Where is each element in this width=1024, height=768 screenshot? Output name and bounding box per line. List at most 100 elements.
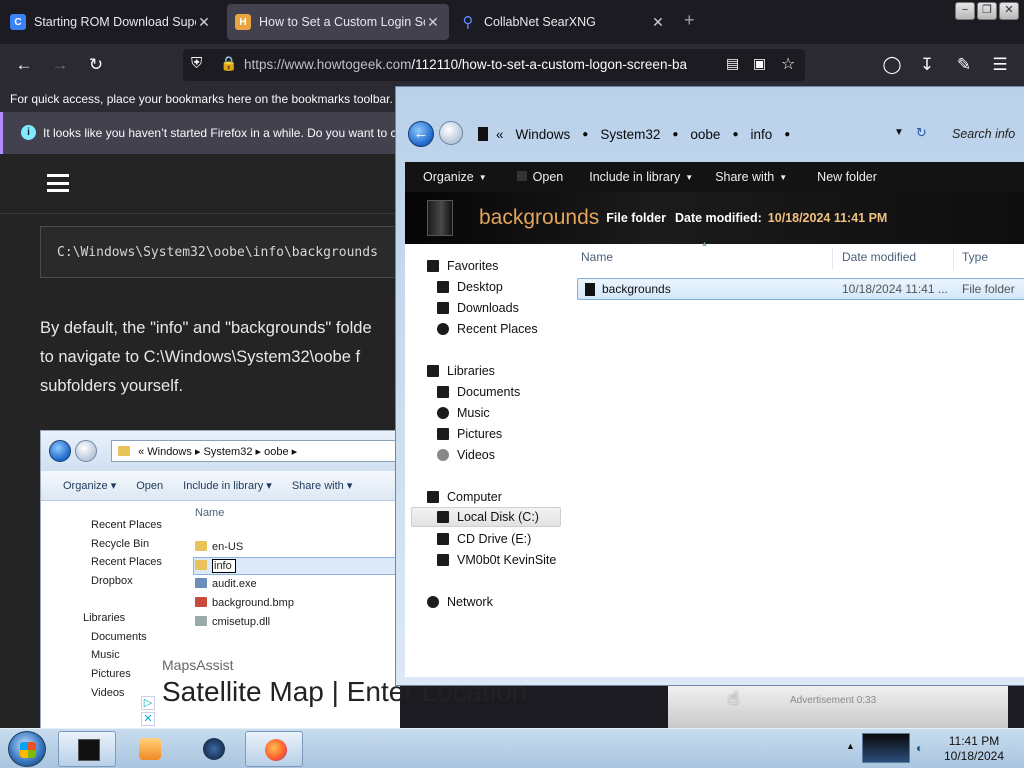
crumb-system32[interactable]: System32 (600, 127, 660, 142)
tray-expand-icon[interactable]: ▲ (846, 741, 855, 751)
column-type[interactable]: Type (962, 250, 988, 270)
file-name: backgrounds (602, 282, 671, 296)
include-library-button[interactable]: Include in library ▼ (563, 170, 693, 184)
nav-downloads[interactable]: Downloads (437, 298, 519, 318)
back-button[interactable]: ← (408, 121, 434, 147)
nav-recent-places[interactable]: Recent Places (437, 319, 538, 339)
ad-label: MapsAssist (162, 657, 234, 673)
ad-choices-icon[interactable]: ▷ (141, 696, 155, 710)
cursor-hand-icon: ☝ (728, 688, 739, 708)
hamburger-menu-icon[interactable] (47, 174, 69, 192)
library-icon (427, 365, 439, 377)
clock-date: 10/18/2024 (943, 749, 1005, 763)
refresh-icon[interactable]: ↻ (916, 125, 927, 141)
menu-icon[interactable]: ☰ (988, 53, 1012, 77)
tab-searxng[interactable]: ⚲ CollabNet SearXNG ✕ (452, 4, 674, 40)
nav-desktop[interactable]: Desktop (437, 277, 503, 297)
taskbar-firefox[interactable] (245, 731, 303, 767)
nav-computer[interactable]: Computer (427, 487, 502, 507)
new-tab-button[interactable]: + (684, 10, 695, 31)
ad-close-icon[interactable]: ✕ (141, 712, 155, 726)
advertisement[interactable]: MapsAssist Satellite Map | Enter Locatio… (140, 640, 527, 728)
window-controls: − ❐ ✕ (955, 2, 1019, 20)
date-value: 10/18/2024 11:41 PM (767, 211, 888, 225)
explorer-breadcrumb[interactable]: « Windows ● System32 ● oobe ● info ● (478, 121, 908, 147)
nav-videos[interactable]: Videos (437, 445, 495, 465)
clock[interactable]: 11:41 PM 10/18/2024 (938, 734, 1010, 764)
recent-icon (437, 323, 449, 335)
extensions-icon[interactable]: ✎ (952, 53, 976, 77)
minimize-button[interactable]: − (955, 2, 975, 20)
nav-pictures[interactable]: Pictures (437, 424, 502, 444)
url-bar[interactable]: ⛨ 🔒 https://www.howtogeek.com/112110/how… (183, 49, 805, 81)
explorer-body: Favorites Desktop Downloads Recent Place… (405, 241, 1024, 677)
folder-icon (118, 446, 130, 456)
forward-button[interactable] (439, 121, 463, 145)
screenshot-address-bar: « Windows ▸ System32 ▸ oobe ▸ (41, 431, 400, 471)
new-folder-button[interactable]: New folder (787, 170, 877, 184)
file-row-backgrounds[interactable]: backgrounds 10/18/2024 11:41 ... File fo… (577, 278, 1024, 300)
crumb-info[interactable]: info (751, 127, 773, 142)
video-ad-text: Advertisement 0:33 (790, 695, 877, 706)
taskbar-explorer[interactable] (58, 731, 116, 767)
dropdown-icon[interactable]: ▼ (894, 127, 904, 138)
column-separator[interactable] (953, 248, 954, 270)
nav-favorites[interactable]: Favorites (427, 256, 498, 276)
close-icon[interactable]: ✕ (196, 14, 212, 31)
taskbar-media-player[interactable] (120, 731, 178, 767)
close-icon[interactable]: ✕ (650, 14, 666, 31)
crumb-oobe[interactable]: oobe (690, 127, 720, 142)
explorer-window: ← « Windows ● System32 ● oobe ● info ● ▼… (395, 86, 1024, 686)
tab-custom-login[interactable]: H How to Set a Custom Login Sc ✕ (227, 4, 449, 40)
nav-documents[interactable]: Documents (437, 382, 520, 402)
nav-local-disk[interactable]: Local Disk (C:) (411, 507, 561, 527)
maximize-button[interactable]: ❐ (977, 2, 997, 20)
share-with-button[interactable]: Share with ▼ (693, 170, 787, 184)
navigation-toolbar: ← → ↻ ⛨ 🔒 https://www.howtogeek.com/1121… (0, 44, 1024, 86)
nav-music[interactable]: Music (437, 403, 490, 423)
explorer-icon (78, 739, 100, 761)
video-ad[interactable]: Advertisement 0:33 (668, 686, 1008, 728)
downloads-icon[interactable]: ↧ (915, 53, 939, 77)
screenshot-breadcrumb: « Windows ▸ System32 ▸ oobe ▸ (111, 440, 400, 462)
nav-vm-share[interactable]: VM0b0t KevinSite (437, 550, 556, 570)
site-header (0, 154, 400, 214)
folder-title: backgrounds (479, 206, 600, 229)
search-input[interactable]: Search info (944, 121, 1024, 147)
tray-app-icon[interactable] (862, 733, 910, 763)
desktop-icon (437, 281, 449, 293)
column-separator[interactable] (832, 248, 833, 270)
close-icon[interactable]: ✕ (425, 14, 441, 31)
network-status-icon[interactable]: ◐ (916, 741, 923, 755)
column-name[interactable]: Name (581, 250, 613, 270)
organize-button[interactable]: Organize ▼ (405, 170, 487, 184)
lock-icon[interactable]: 🔒 (220, 55, 237, 72)
nav-network[interactable]: Network (427, 592, 493, 612)
tab-rom-download[interactable]: C Starting ROM Download Super ✕ (2, 4, 220, 40)
navigation-pane: Favorites Desktop Downloads Recent Place… (405, 244, 565, 677)
crumb-windows[interactable]: Windows (516, 127, 571, 142)
nav-libraries[interactable]: Libraries (427, 361, 495, 381)
drive-icon (437, 511, 449, 523)
shield-icon[interactable]: ⛨ (191, 55, 202, 72)
open-button[interactable]: Open (487, 170, 563, 184)
bookmark-star-icon[interactable]: ☆ (781, 54, 795, 74)
documents-icon (437, 386, 449, 398)
image-blocked-icon[interactable]: ▣ (753, 55, 766, 72)
firefox-icon (265, 739, 287, 761)
reader-view-icon[interactable]: ▤ (726, 55, 739, 72)
forward-arrow-icon[interactable]: → (48, 53, 72, 77)
back-arrow-icon[interactable]: ← (12, 53, 36, 77)
nav-cd-drive[interactable]: CD Drive (E:) (437, 529, 531, 549)
crumb-overflow[interactable]: « (496, 127, 504, 142)
media-player-icon (139, 738, 161, 760)
close-window-button[interactable]: ✕ (999, 2, 1019, 20)
reload-icon[interactable]: ↻ (84, 53, 108, 77)
start-button[interactable] (8, 731, 46, 767)
column-date-modified[interactable]: Date modified (842, 250, 916, 270)
forward-icon (75, 440, 97, 462)
taskbar-app[interactable] (184, 731, 242, 767)
tab-title: How to Set a Custom Login Sc (259, 15, 425, 29)
code-block: C:\Windows\System32\oobe\info\background… (40, 226, 400, 278)
pocket-icon[interactable]: ◯ (880, 53, 904, 77)
